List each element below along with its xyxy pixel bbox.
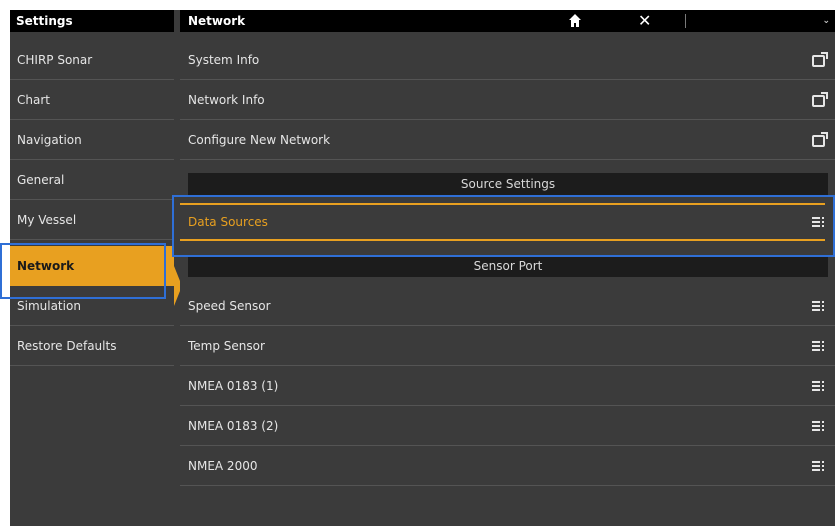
row-system-info[interactable]: System Info: [180, 40, 835, 80]
menu-item-label: Navigation: [17, 133, 82, 147]
row-label: NMEA 2000: [188, 459, 258, 473]
row-network-info[interactable]: Network Info: [180, 80, 835, 120]
menu-icon: [812, 380, 824, 392]
external-window-icon: [812, 52, 828, 67]
menu-item-label: My Vessel: [17, 213, 77, 227]
external-window-icon: [812, 132, 828, 147]
menu-item-general[interactable]: General: [10, 160, 174, 200]
panel-title-text: Network: [188, 14, 246, 28]
menu-item-label: General: [17, 173, 65, 187]
row-label: System Info: [188, 53, 260, 67]
row-nmea-0183-1[interactable]: NMEA 0183 (1): [180, 366, 835, 406]
row-label: NMEA 0183 (1): [188, 379, 279, 393]
header-divider: [685, 14, 686, 28]
menu-item-chart[interactable]: Chart: [10, 80, 174, 120]
menu-icon: [812, 300, 824, 312]
row-nmea-0183-2[interactable]: NMEA 0183 (2): [180, 406, 835, 446]
menu-item-label: Restore Defaults: [17, 339, 117, 353]
home-icon[interactable]: [568, 13, 582, 29]
row-nmea-2000[interactable]: NMEA 2000: [180, 446, 835, 486]
menu-item-label: CHIRP Sonar: [17, 53, 93, 67]
external-window-icon: [812, 92, 828, 107]
menu-item-label: Chart: [17, 93, 50, 107]
settings-menu-title: Settings: [10, 10, 174, 32]
row-label: Speed Sensor: [188, 299, 271, 313]
section-header-sensor-port: Sensor Port: [188, 255, 828, 277]
row-speed-sensor[interactable]: Speed Sensor: [180, 286, 835, 326]
row-label: NMEA 0183 (2): [188, 419, 279, 433]
network-panel-title: Network ✕ ⌄: [180, 10, 835, 32]
row-configure-new-network[interactable]: Configure New Network: [180, 120, 835, 160]
highlight-box-data-sources: [172, 195, 835, 257]
menu-icon: [812, 420, 824, 432]
network-panel: Network ✕ ⌄ System Info Network Info Con…: [180, 10, 835, 526]
menu-icon: [812, 460, 824, 472]
row-label: Configure New Network: [188, 133, 331, 147]
chevron-down-icon[interactable]: ⌄: [822, 11, 830, 31]
section-header-source-settings: Source Settings: [188, 173, 828, 195]
menu-item-restore-defaults[interactable]: Restore Defaults: [10, 326, 174, 366]
menu-item-label: Simulation: [17, 299, 81, 313]
menu-item-my-vessel[interactable]: My Vessel: [10, 200, 174, 240]
row-label: Temp Sensor: [188, 339, 265, 353]
highlight-box-network: [0, 243, 166, 299]
menu-item-navigation[interactable]: Navigation: [10, 120, 174, 160]
close-icon[interactable]: ✕: [638, 11, 651, 31]
row-temp-sensor[interactable]: Temp Sensor: [180, 326, 835, 366]
row-label: Network Info: [188, 93, 265, 107]
menu-item-chirp-sonar[interactable]: CHIRP Sonar: [10, 40, 174, 80]
menu-icon: [812, 340, 824, 352]
